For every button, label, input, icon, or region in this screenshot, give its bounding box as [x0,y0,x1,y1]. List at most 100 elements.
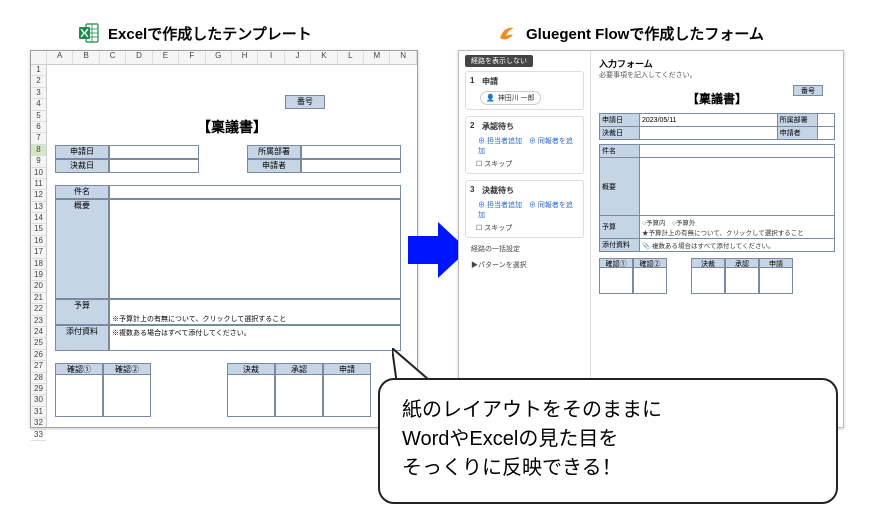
row-header[interactable]: 26 [31,350,46,361]
budget-label: 予算 [600,216,640,239]
row-header[interactable]: 9 [31,156,46,167]
skip-checkbox[interactable]: スキップ [476,223,579,233]
app-date-value[interactable]: 2023/05/11 [640,114,778,127]
dept-value[interactable] [817,114,834,127]
row-header[interactable]: 13 [31,202,46,213]
row-header[interactable]: 29 [31,384,46,395]
col-header[interactable]: H [232,51,258,64]
row-header[interactable]: 30 [31,395,46,406]
dept-value[interactable] [301,145,401,159]
row-header[interactable]: 16 [31,236,46,247]
col-header[interactable]: N [390,51,416,64]
col-header[interactable]: L [338,51,364,64]
col-header[interactable]: J [285,51,311,64]
dec-date-value[interactable] [109,159,199,173]
row-header[interactable]: 22 [31,304,46,315]
workflow-step[interactable]: 3 決裁待ち ⊕ 担当者追加 ⊕ 同報者を追加 スキップ [465,180,584,238]
dec-date-label: 決裁日 [55,159,109,173]
row-header[interactable]: 28 [31,373,46,384]
form-table-body: 件名 概要 予算 ○予算内 ○予算外 ★予算計上の有無について、クリックして選択… [599,144,835,252]
add-assignee-link[interactable]: ⊕ 担当者追加 ⊕ 同報者を追加 [478,200,579,220]
row-header[interactable]: 1 [31,65,46,76]
row-header[interactable]: 23 [31,316,46,327]
gluegent-panel: 経路を表示しない 1 申請 👤 神田川 一郎 2 承認待ち ⊕ 担当者追加 ⊕ … [458,50,844,428]
row-header[interactable]: 27 [31,361,46,372]
stamp-box[interactable] [691,268,725,294]
col-header[interactable]: G [206,51,232,64]
stamp-row-left: 確認① 確認② [55,363,151,417]
row-header[interactable]: 32 [31,418,46,429]
col-header[interactable]: F [179,51,205,64]
subject-value[interactable] [640,145,835,158]
subject-value[interactable] [109,185,401,199]
outline-value[interactable] [640,158,835,216]
row-header[interactable]: 7 [31,133,46,144]
step-title: 申請 [482,76,579,87]
stamp-box[interactable] [275,375,323,417]
workflow-step[interactable]: 1 申請 👤 神田川 一郎 [465,71,584,110]
row-header[interactable]: 14 [31,213,46,224]
stamp-header: 申請 [323,363,371,375]
col-header[interactable]: A [47,51,73,64]
row-header[interactable]: 11 [31,179,46,190]
row-header[interactable]: 4 [31,99,46,110]
row-header[interactable]: 20 [31,281,46,292]
add-assignee-link[interactable]: ⊕ 担当者追加 ⊕ 同報者を追加 [478,136,579,156]
row-header[interactable]: 31 [31,407,46,418]
stamp-box[interactable] [227,375,275,417]
row-header[interactable]: 5 [31,111,46,122]
row-header[interactable]: 24 [31,327,46,338]
step-number: 3 [470,185,474,194]
col-header[interactable]: I [258,51,284,64]
workflow-step[interactable]: 2 承認待ち ⊕ 担当者追加 ⊕ 同報者を追加 スキップ [465,116,584,174]
budget-cell[interactable]: ○予算内 ○予算外 ★予算計上の有無について、クリックして選択すること [640,216,835,239]
row-header[interactable]: 17 [31,247,46,258]
stamp-box[interactable] [633,268,667,294]
col-header[interactable]: B [73,51,99,64]
attach-cell[interactable]: 📎 複数ある場合はすべて添付してください。 [640,239,835,252]
dec-date-label: 決裁日 [600,127,640,140]
row-header[interactable]: 8 [31,145,46,156]
stamp-header: 決裁 [691,258,725,268]
attach-note[interactable]: ※複数ある場合はすべて添付してください。 [109,325,401,351]
app-date-value[interactable] [109,145,199,159]
col-header[interactable]: D [126,51,152,64]
person-chip[interactable]: 👤 神田川 一郎 [480,91,541,105]
doc-title: 【稟議書】 [47,117,417,137]
outline-value[interactable] [109,199,401,299]
route-hidden-badge[interactable]: 経路を表示しない [465,55,533,67]
applicant-value[interactable] [301,159,401,173]
stamp-box[interactable] [55,375,103,417]
row-header[interactable]: 18 [31,259,46,270]
stamp-box[interactable] [323,375,371,417]
row-header[interactable]: 2 [31,76,46,87]
row-header[interactable]: 6 [31,122,46,133]
stamp-box[interactable] [759,268,793,294]
row-header[interactable]: 3 [31,88,46,99]
col-header[interactable]: E [153,51,179,64]
row-header[interactable]: 12 [31,190,46,201]
dec-date-value[interactable] [640,127,778,140]
select-pattern-link[interactable]: ▶パターンを選択 [471,260,584,270]
stamp-box[interactable] [103,375,151,417]
budget-note[interactable]: ※予算計上の有無について、クリックして選択すること [109,299,401,325]
row-header[interactable]: 33 [31,430,46,441]
excel-sheet[interactable]: 番号 【稟議書】 申請日 決裁日 所属部署 申請者 件名 概要 予算 ※予算計上… [47,65,417,427]
row-header[interactable]: 10 [31,168,46,179]
stamp-box[interactable] [725,268,759,294]
row-header[interactable]: 21 [31,293,46,304]
row-header[interactable]: 19 [31,270,46,281]
gluegent-heading: Gluegent Flowで作成したフォーム [496,22,764,44]
stamp-box[interactable] [599,268,633,294]
col-header[interactable]: M [364,51,390,64]
applicant-value[interactable] [817,127,834,140]
col-header[interactable]: K [311,51,337,64]
form-heading: 入力フォーム [599,57,835,70]
row-header[interactable]: 25 [31,338,46,349]
form-main: 入力フォーム 必要事項を記入してください。 番号 【稟議書】 申請日 2023/… [591,51,843,427]
subject-label: 件名 [55,185,109,199]
outline-label: 概要 [55,199,109,299]
col-header[interactable]: C [100,51,126,64]
skip-checkbox[interactable]: スキップ [476,159,579,169]
row-header[interactable]: 15 [31,224,46,235]
